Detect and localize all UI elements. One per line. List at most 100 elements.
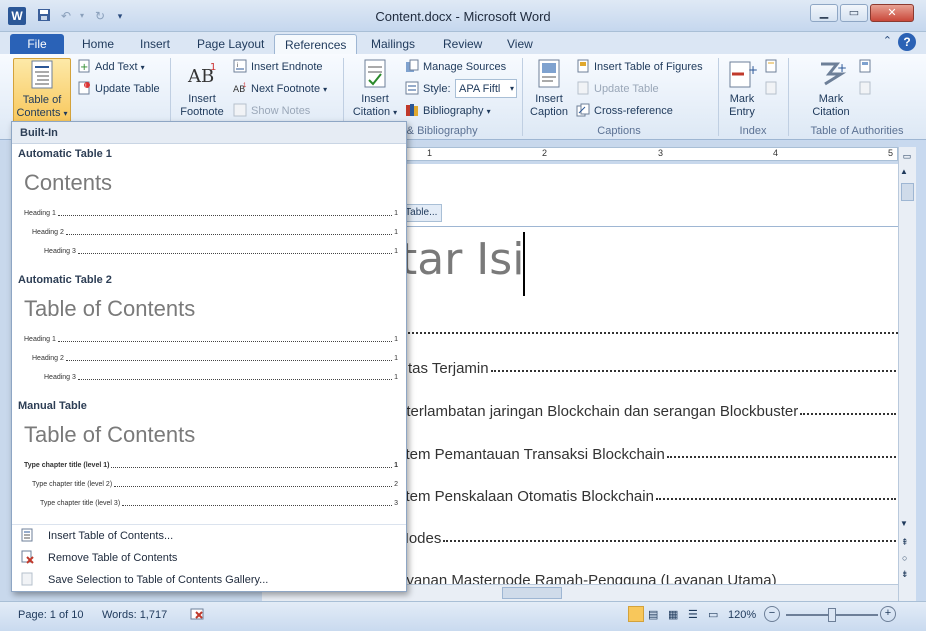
insert-footnote-button[interactable]: AB 1 Insert Footnote (176, 58, 228, 119)
tab-home[interactable]: Home (72, 34, 124, 54)
svg-text:+: + (748, 63, 758, 77)
next-footnote-icon: AB 1 (233, 81, 247, 95)
ruler-mark: 2 (542, 148, 548, 158)
vertical-scrollbar[interactable]: ▭ ▲ ▼ ⇞ ○ ⇟ (898, 147, 916, 601)
remove-toc-icon (20, 550, 34, 564)
tab-review[interactable]: Review (433, 34, 492, 54)
remove-toc-command[interactable]: Remove Table of Contents (20, 548, 177, 568)
scroll-thumb[interactable] (901, 183, 914, 201)
maximize-button[interactable]: ▭ (840, 4, 868, 22)
ribbon-tabs: File Home Insert Page Layout References … (0, 32, 926, 54)
endnote-icon: i (233, 59, 247, 73)
toc-entry[interactable]: stem Penskalaan Otomatis Blockchain (398, 488, 898, 505)
zoom-level[interactable]: 120% (728, 606, 756, 624)
tab-mailings[interactable]: Mailings (361, 34, 425, 54)
insert-caption-button[interactable]: Insert Caption (526, 58, 572, 119)
captions-group-label: Captions (597, 125, 641, 137)
update-table-icon: ! (77, 81, 91, 95)
word-count[interactable]: Words: 1,717 (102, 606, 167, 624)
next-page-icon[interactable]: ⇟ (901, 569, 909, 580)
zoom-out-button[interactable]: − (764, 606, 780, 622)
manage-sources-icon (405, 59, 419, 73)
next-footnote-button[interactable]: AB 1 Next Footnote ▾ (233, 80, 327, 98)
gallery-item-manual-table[interactable]: Manual Table Table of Contents Type chap… (12, 396, 406, 520)
print-layout-view-icon[interactable] (628, 606, 644, 622)
gallery-preview-heading: Table of Contents (24, 296, 196, 321)
tab-view[interactable]: View (497, 34, 543, 54)
gallery-item-automatic-table-1[interactable]: Automatic Table 1 Contents Heading 11 He… (12, 144, 406, 268)
toc-leader-line (392, 332, 898, 334)
style-dropdown[interactable]: APA Fiftl ▾ (455, 79, 517, 98)
update-figures-icon (576, 81, 590, 95)
scroll-down-icon[interactable]: ▼ (900, 519, 908, 528)
full-screen-reading-icon[interactable]: ▤ (648, 606, 658, 624)
show-notes-icon (233, 103, 247, 117)
gallery-item-automatic-table-2[interactable]: Automatic Table 2 Table of Contents Head… (12, 270, 406, 394)
toc-entry[interactable]: eterlambatan jaringan Blockchain dan ser… (398, 403, 898, 420)
tab-page-layout[interactable]: Page Layout (187, 34, 274, 54)
update-index-icon (764, 81, 778, 95)
save-selection-command[interactable]: Save Selection to Table of Contents Gall… (20, 570, 268, 590)
draft-view-icon[interactable]: ▭ (708, 606, 718, 624)
gallery-item-title: Automatic Table 2 (18, 274, 112, 286)
toc-entry[interactable]: ilitas Terjamin (398, 360, 898, 377)
style-icon (405, 81, 419, 95)
show-notes-button[interactable]: Show Notes (233, 102, 310, 120)
cross-reference-button[interactable]: Cross-reference (576, 102, 673, 120)
scroll-up-icon[interactable]: ▲ (900, 167, 908, 176)
save-selection-icon (20, 572, 34, 586)
chevron-down-icon: ▾ (509, 84, 514, 93)
insert-toc-icon (20, 528, 34, 542)
divider (12, 524, 406, 525)
preview-line: Type chapter title (level 1) 1 (24, 462, 398, 469)
page-counter[interactable]: Page: 1 of 10 (18, 606, 83, 624)
gallery-item-title: Manual Table (18, 400, 87, 412)
add-text-button[interactable]: + Add Text ▾ (77, 58, 145, 76)
horizontal-scroll-thumb[interactable] (502, 587, 562, 599)
bibliography-button[interactable]: Bibliography ▾ (405, 102, 491, 120)
built-in-header: Built-In (12, 122, 406, 144)
text-cursor (523, 232, 525, 296)
mark-entry-button[interactable]: + Mark Entry (722, 58, 762, 119)
ruler-toggle-icon[interactable]: ▭ (900, 151, 914, 163)
insert-table-of-authorities-button[interactable] (858, 58, 876, 76)
zoom-in-button[interactable]: + (880, 606, 896, 622)
update-authorities-button[interactable] (858, 80, 876, 98)
update-index-button[interactable] (764, 80, 782, 98)
preview-line: Heading 31 (44, 374, 398, 381)
authorities-icon (858, 59, 872, 73)
close-button[interactable]: ✕ (870, 4, 914, 22)
mark-citation-button[interactable]: + Mark Citation (806, 58, 856, 119)
insert-citation-button[interactable]: Insert Citation ▾ (349, 58, 401, 119)
minimize-ribbon-icon[interactable]: ⌃ (883, 34, 892, 47)
web-layout-icon[interactable]: ▦ (668, 606, 678, 624)
insert-table-of-figures-button[interactable]: Insert Table of Figures (576, 58, 703, 76)
preview-line: Heading 31 (44, 248, 398, 255)
toc-entry[interactable]: stem Pemantauan Transaksi Blockchain (398, 446, 898, 463)
tab-file[interactable]: File (10, 34, 64, 54)
insert-toc-command[interactable]: Insert Table of Contents... (20, 526, 173, 546)
tab-references[interactable]: References (274, 34, 358, 54)
help-icon[interactable]: ? (898, 33, 916, 51)
manage-sources-button[interactable]: Manage Sources (405, 58, 506, 76)
outline-view-icon[interactable]: ☰ (688, 606, 698, 624)
document-toc-icon (26, 59, 58, 91)
svg-text:1: 1 (243, 83, 247, 89)
browse-object-icon[interactable]: ○ (902, 553, 907, 563)
insert-endnote-button[interactable]: i Insert Endnote (233, 58, 323, 76)
insert-index-button[interactable] (764, 58, 782, 76)
update-table-toc-button[interactable]: ! Update Table (77, 80, 160, 98)
tab-insert[interactable]: Insert (130, 34, 180, 54)
toc-gallery-dropdown: Built-In Automatic Table 1 Contents Head… (11, 121, 407, 592)
insert-index-icon (764, 59, 778, 73)
authorities-group-label: Table of Authorities (810, 125, 904, 137)
ruler-mark: 4 (773, 148, 779, 158)
update-table-figures-button[interactable]: Update Table (576, 80, 659, 98)
minimize-button[interactable]: ▁ (810, 4, 838, 22)
proofing-icon[interactable] (190, 606, 206, 624)
zoom-slider-thumb[interactable] (828, 608, 836, 622)
table-of-contents-button[interactable]: Table of Contents ▾ (13, 58, 71, 124)
toc-entry[interactable]: Nodes (398, 530, 898, 547)
preview-line: Heading 11 (24, 210, 398, 217)
previous-page-icon[interactable]: ⇞ (901, 537, 909, 548)
